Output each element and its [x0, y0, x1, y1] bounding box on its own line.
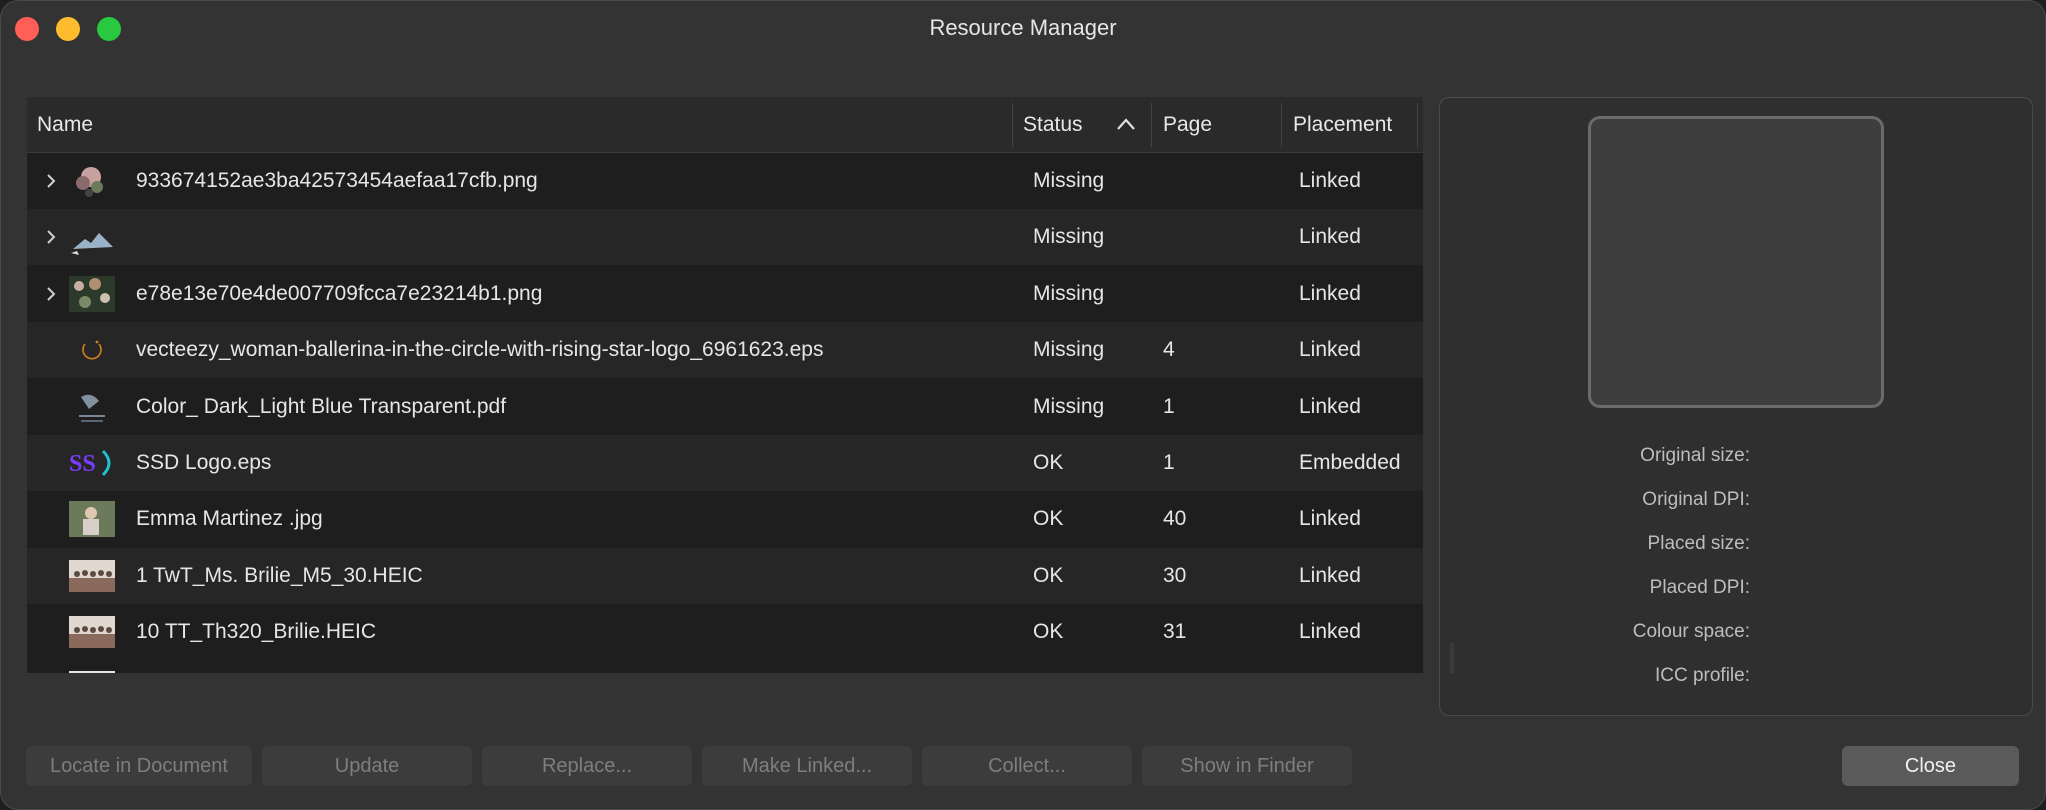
original-size-label: Original size: [1640, 445, 1750, 466]
ballerina-logo-thumb [69, 330, 115, 370]
resource-page: 1 [1163, 451, 1175, 474]
resource-placement: Linked [1299, 281, 1361, 305]
table-row[interactable] [27, 660, 1423, 673]
column-header-placement[interactable]: Placement [1293, 97, 1392, 153]
resource-name: 1 TwT_Ms. Brilie_M5_30.HEIC [136, 563, 423, 587]
chevron-right-icon[interactable] [45, 228, 57, 246]
column-divider[interactable] [1281, 103, 1282, 147]
resource-name: vecteezy_woman-ballerina-in-the-circle-w… [136, 338, 824, 362]
resource-page: 31 [1163, 620, 1187, 644]
resource-page: 1 [1163, 394, 1175, 418]
resource-placement: Linked [1299, 507, 1361, 531]
resource-page: 30 [1163, 563, 1187, 587]
table-row[interactable]: SS SSD Logo.eps OK 1 Embedded [27, 435, 1423, 491]
group-photo-thumb [69, 612, 115, 652]
update-button[interactable]: Update [262, 746, 472, 786]
resource-manager-window: Resource Manager Name Status Page Placem… [0, 0, 2046, 810]
chevron-right-icon[interactable] [45, 285, 57, 303]
icc-profile-label: ICC profile: [1654, 665, 1750, 686]
resource-status: OK [1033, 451, 1064, 474]
resource-name: Emma Martinez .jpg [136, 507, 323, 531]
resource-page: 40 [1163, 507, 1187, 531]
chevron-right-icon[interactable] [45, 172, 57, 190]
column-divider[interactable] [1151, 103, 1152, 147]
resource-name: 933674152ae3ba42573454aefaa17cfb.png [136, 169, 538, 192]
show-in-finder-button[interactable]: Show in Finder [1142, 746, 1352, 786]
column-divider[interactable] [1012, 103, 1013, 147]
table-row[interactable]: Color_ Dark_Light Blue Transparent.pdf Mi… [27, 378, 1423, 435]
resource-preview [1588, 116, 1884, 408]
colour-space-label: Colour space: [1632, 621, 1750, 642]
resource-placement: Linked [1299, 563, 1361, 587]
resource-placement: Linked [1299, 620, 1361, 644]
resource-status: OK [1033, 620, 1064, 644]
resource-status: Missing [1033, 394, 1105, 418]
table-row[interactable]: 1 TwT_Ms. Brilie_M5_30.HEIC OK 30 Linked [27, 547, 1423, 604]
resource-info-panel: Original size: Original DPI: Placed size… [1439, 97, 2033, 716]
table-row[interactable]: vecteezy_woman-ballerina-in-the-circle-w… [27, 322, 1423, 379]
replace-button[interactable]: Replace... [482, 746, 692, 786]
resource-page: 4 [1163, 338, 1175, 362]
table-row[interactable]: Emma Martinez .jpg OK 40 Linked [27, 491, 1423, 548]
ssd-logo-thumb: SS [69, 443, 115, 483]
make-linked-button[interactable]: Make Linked... [702, 746, 912, 786]
resource-status: Missing [1033, 281, 1105, 305]
placed-dpi-label: Placed DPI: [1649, 577, 1750, 598]
group-photo-thumb [69, 556, 115, 596]
mountain-thumb [69, 217, 115, 257]
resource-status: Missing [1033, 225, 1105, 249]
column-header-name[interactable]: Name [37, 97, 93, 153]
resource-status: OK [1033, 563, 1064, 587]
resource-placement: Linked [1299, 225, 1361, 249]
column-header-status[interactable]: Status [1023, 97, 1083, 153]
resource-placement: Linked [1299, 338, 1361, 362]
placed-size-label: Placed size: [1647, 533, 1750, 554]
resource-name: 10 TT_Th320_Brilie.HEIC [136, 620, 377, 644]
resource-status: Missing [1033, 169, 1105, 192]
resource-name: Color_ Dark_Light Blue Transparent.pdf [136, 394, 507, 418]
resource-name: SSD Logo.eps [136, 451, 272, 474]
svg-text:SS: SS [69, 451, 96, 477]
resource-placement: Embedded [1299, 451, 1401, 474]
window-title: Resource Manager [929, 15, 1117, 40]
resource-status: Missing [1033, 338, 1105, 362]
photo-thumb [69, 499, 115, 539]
sort-ascending-icon[interactable] [1116, 117, 1136, 131]
column-header-page[interactable]: Page [1163, 97, 1212, 153]
dark-logo-thumb [69, 387, 115, 427]
flower-thumb [69, 161, 115, 201]
resource-placement: Linked [1299, 394, 1361, 418]
table-row[interactable]: 933674152ae3ba42573454aefaa17cfb.png Miss… [27, 153, 1423, 209]
close-button[interactable]: Close [1842, 746, 2019, 786]
resources-table[interactable]: Name Status Page Placement 933674152ae3b… [27, 97, 1423, 673]
collect-button[interactable]: Collect... [922, 746, 1132, 786]
table-row[interactable]: e78e13e70e4de007709fcca7e23214b1.png Miss… [27, 265, 1423, 322]
title-bar[interactable]: Resource Manager [1, 1, 2045, 57]
table-header: Name Status Page Placement [27, 97, 1423, 153]
locate-in-document-button[interactable]: Locate in Document [26, 746, 252, 786]
table-row[interactable]: Missing Linked [27, 209, 1423, 266]
original-dpi-label: Original DPI: [1642, 489, 1750, 510]
photo-thumb [69, 669, 115, 673]
table-row[interactable]: 10 TT_Th320_Brilie.HEIC OK 31 Linked [27, 604, 1423, 661]
panel-scroll-indicator [1450, 643, 1454, 673]
floral-thumb [69, 274, 115, 314]
resource-name: e78e13e70e4de007709fcca7e23214b1.png [136, 281, 543, 305]
column-divider[interactable] [1417, 103, 1418, 147]
resource-status: OK [1033, 507, 1064, 531]
resource-placement: Linked [1299, 169, 1361, 192]
